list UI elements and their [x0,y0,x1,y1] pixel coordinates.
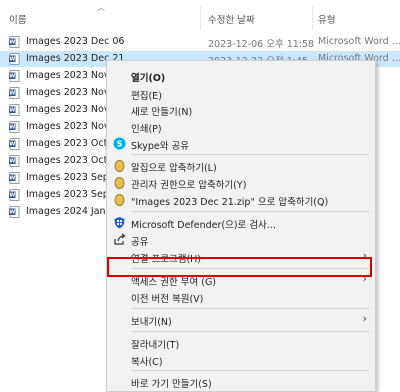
svg-text:W: W [9,193,15,199]
file-name: Images 2023 Nov 0 [26,87,119,98]
highlight-box [107,257,372,277]
context-menu: 열기(O) 편집(E) 새로 만들기(N) 인쇄(P) S Skype와 공유 … [106,60,376,392]
menu-separator [131,154,369,155]
menu-item-label: 복사(C) [131,357,163,368]
file-name: Images 2023 Nov 1 [26,104,119,115]
menu-item-skype-share[interactable]: S Skype와 공유 [107,135,375,153]
menu-item-alzip-named[interactable]: "Images 2023 Dec 21.zip" 으로 압축하기(Q) [107,191,375,209]
alzip-icon [114,177,125,189]
column-divider[interactable] [200,6,201,30]
file-name: Images 2023 Nov 1 [26,121,119,132]
alzip-icon [114,194,125,206]
menu-item-label: Skype와 공유 [131,141,189,152]
svg-text:W: W [9,210,15,216]
sort-arrow-icon: ︿ [97,3,105,12]
alzip-icon [114,160,125,172]
menu-item-label: 편집(E) [131,91,162,102]
svg-text:W: W [9,159,15,165]
menu-item-label: 공유 [131,237,149,248]
column-header-name[interactable]: 이름 [9,12,26,26]
menu-item-copy[interactable]: 복사(C) [107,351,375,369]
menu-item-print[interactable]: 인쇄(P) [107,118,375,136]
menu-item-label: 바로 가기 만들기(S) [131,379,212,390]
defender-shield-icon [114,217,125,229]
menu-item-open[interactable]: 열기(O) [107,67,375,85]
file-type: Microsoft Word ... [318,36,400,47]
svg-text:W: W [9,91,15,97]
menu-item-label: 인쇄(P) [131,124,162,135]
menu-item-alzip[interactable]: 알집으로 압축하기(L) [107,157,375,175]
column-header-date[interactable]: 수정한 날짜 [208,12,255,26]
menu-item-label: 관리자 권한으로 압축하기(Y) [131,180,247,191]
file-name: Images 2023 Dec 06 [26,36,125,47]
word-document-icon: W [9,53,20,65]
menu-item-create-shortcut[interactable]: 바로 가기 만들기(S) [107,373,375,391]
menu-item-new[interactable]: 새로 만들기(N) [107,101,375,119]
menu-item-label: 새로 만들기(N) [131,107,193,118]
menu-separator [131,308,369,309]
svg-text:W: W [9,57,15,63]
word-document-icon: W [9,155,20,167]
word-document-icon: W [9,104,20,116]
menu-item-cut[interactable]: 잘라내기(T) [107,334,375,352]
column-header-bar: ︿ 이름 수정한 날짜 유형 [0,0,400,32]
svg-text:S: S [117,140,123,149]
file-row[interactable]: W Images 2023 Dec 06 2023-12-06 오후 11:58 Mi… [0,34,400,50]
skype-icon: S [113,137,126,150]
file-name: Images 2023 Sep 2 [26,189,118,200]
file-name: Images 2023 Oct 2 [26,155,117,166]
svg-text:W: W [9,74,15,80]
svg-text:W: W [9,108,15,114]
menu-item-alzip-admin[interactable]: 관리자 권한으로 압축하기(Y) [107,174,375,192]
menu-item-label: 보내기(N) [131,317,172,328]
menu-item-restore-previous-versions[interactable]: 이전 버전 복원(V) [107,288,375,306]
file-name: Images 2023 Nov 0 [26,70,119,81]
menu-item-label: 열기(O) [131,73,166,84]
word-document-icon: W [9,189,20,201]
svg-text:W: W [9,125,15,131]
menu-separator [131,211,369,212]
file-name: Images 2023 Sep 0 [26,172,118,183]
menu-item-label: Microsoft Defender(으)로 검사... [131,220,276,231]
column-header-type[interactable]: 유형 [318,12,335,26]
word-document-icon: W [9,206,20,218]
menu-item-label: 알집으로 압축하기(L) [131,163,217,174]
menu-item-label: "Images 2023 Dec 21.zip" 으로 압축하기(Q) [131,197,329,208]
word-document-icon: W [9,138,20,150]
menu-item-share[interactable]: 공유 [107,231,375,249]
menu-separator [131,370,369,371]
chevron-right-icon: › [362,312,367,325]
menu-item-label: 잘라내기(T) [131,340,180,351]
share-icon [114,233,126,245]
menu-item-label: 이전 버전 복원(V) [131,294,204,305]
svg-text:W: W [9,40,15,46]
menu-item-send-to[interactable]: 보내기(N) › [107,311,375,329]
column-divider[interactable] [312,6,313,30]
word-document-icon: W [9,36,20,48]
menu-separator [131,331,369,332]
word-document-icon: W [9,121,20,133]
word-document-icon: W [9,87,20,99]
svg-text:W: W [9,142,15,148]
svg-text:W: W [9,176,15,182]
word-document-icon: W [9,70,20,82]
menu-item-defender-scan[interactable]: Microsoft Defender(으)로 검사... [107,214,375,232]
file-name: Images 2023 Oct 0 [26,138,117,149]
file-date: 2023-12-06 오후 11:58 [208,39,315,50]
word-document-icon: W [9,172,20,184]
